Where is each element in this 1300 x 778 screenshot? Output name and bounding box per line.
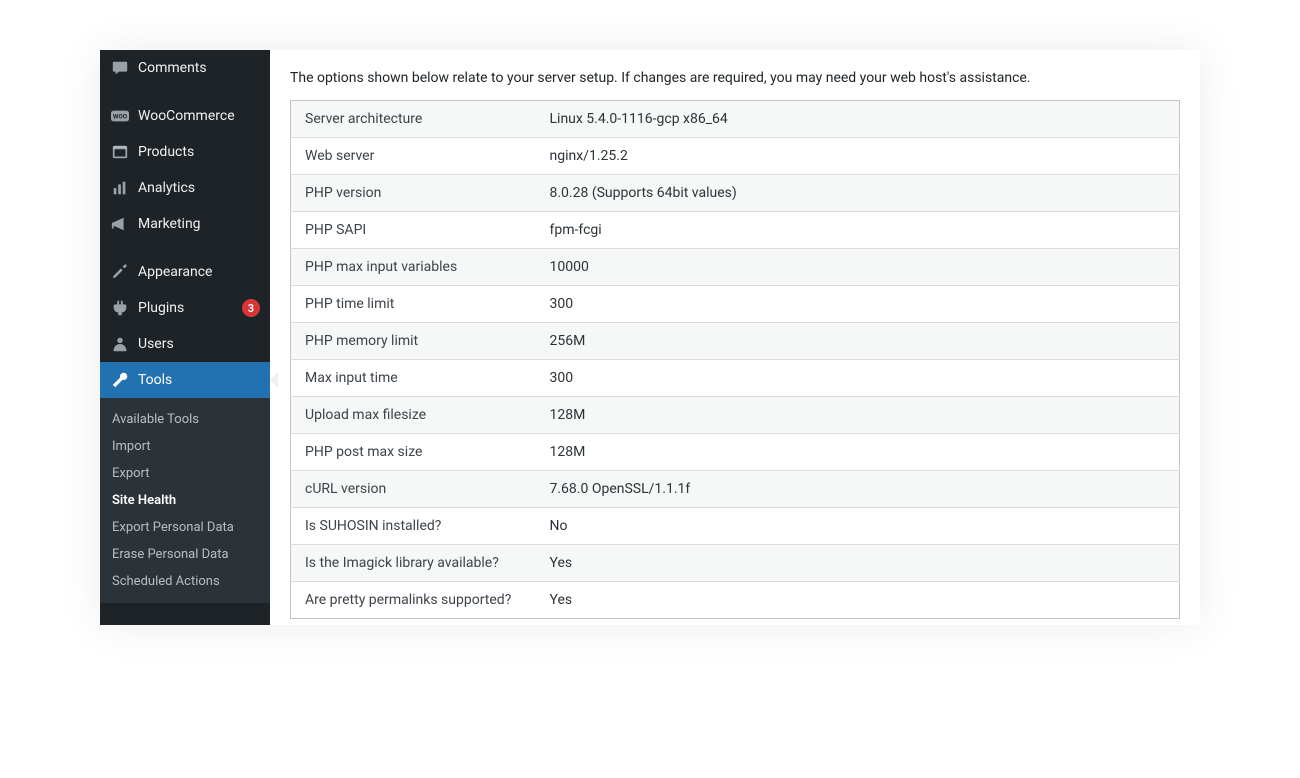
woo-icon: WOO xyxy=(110,106,130,126)
sidebar-item-plugins[interactable]: Plugins 3 xyxy=(100,290,270,326)
info-label: cURL version xyxy=(291,471,536,508)
info-label: Max input time xyxy=(291,360,536,397)
section-description: The options shown below relate to your s… xyxy=(290,70,1180,86)
sidebar-item-label: Users xyxy=(138,336,260,352)
table-row: Upload max filesize128M xyxy=(291,397,1180,434)
table-row: PHP post max size128M xyxy=(291,434,1180,471)
info-value: fpm-fcgi xyxy=(536,212,1180,249)
sidebar-item-label: Products xyxy=(138,144,260,160)
table-row: Web servernginx/1.25.2 xyxy=(291,138,1180,175)
info-value: 7.68.0 OpenSSL/1.1.1f xyxy=(536,471,1180,508)
analytics-icon xyxy=(110,178,130,198)
info-label: Web server xyxy=(291,138,536,175)
sidebar-item-products[interactable]: Products xyxy=(100,134,270,170)
info-value: 10000 xyxy=(536,249,1180,286)
sidebar-item-comments[interactable]: Comments xyxy=(100,50,270,86)
table-row: PHP version8.0.28 (Supports 64bit values… xyxy=(291,175,1180,212)
info-label: Are pretty permalinks supported? xyxy=(291,582,536,619)
sidebar-item-woocommerce[interactable]: WOO WooCommerce xyxy=(100,98,270,134)
submenu-export[interactable]: Export xyxy=(100,460,270,487)
info-label: PHP memory limit xyxy=(291,323,536,360)
info-label: PHP time limit xyxy=(291,286,536,323)
table-row: Server architectureLinux 5.4.0-1116-gcp … xyxy=(291,101,1180,138)
info-value: No xyxy=(536,508,1180,545)
sidebar-item-label: Tools xyxy=(138,372,260,388)
submenu-available-tools[interactable]: Available Tools xyxy=(100,406,270,433)
app-window: Comments WOO WooCommerce Products Analyt… xyxy=(100,50,1200,625)
info-value: 300 xyxy=(536,286,1180,323)
svg-text:WOO: WOO xyxy=(113,113,128,121)
submenu-scheduled-actions[interactable]: Scheduled Actions xyxy=(100,568,270,595)
table-row: PHP time limit300 xyxy=(291,286,1180,323)
sidebar-item-appearance[interactable]: Appearance xyxy=(100,254,270,290)
server-info-table: Server architectureLinux 5.4.0-1116-gcp … xyxy=(290,100,1180,619)
info-label: Is SUHOSIN installed? xyxy=(291,508,536,545)
info-value: Yes xyxy=(536,582,1180,619)
table-row: PHP SAPIfpm-fcgi xyxy=(291,212,1180,249)
sidebar-item-label: Appearance xyxy=(138,264,260,280)
sidebar-item-label: WooCommerce xyxy=(138,108,260,124)
sidebar-item-label: Marketing xyxy=(138,216,260,232)
info-value: Linux 5.4.0-1116-gcp x86_64 xyxy=(536,101,1180,138)
table-row: Are pretty permalinks supported?Yes xyxy=(291,582,1180,619)
info-value: 256M xyxy=(536,323,1180,360)
table-row: PHP max input variables10000 xyxy=(291,249,1180,286)
info-label: Upload max filesize xyxy=(291,397,536,434)
tools-submenu: Available Tools Import Export Site Healt… xyxy=(100,398,270,603)
plugins-icon xyxy=(110,298,130,318)
comments-icon xyxy=(110,58,130,78)
sidebar-item-users[interactable]: Users xyxy=(100,326,270,362)
tools-icon xyxy=(110,370,130,390)
submenu-site-health[interactable]: Site Health xyxy=(100,487,270,514)
info-value: Yes xyxy=(536,545,1180,582)
sidebar-item-label: Analytics xyxy=(138,180,260,196)
table-row: cURL version7.68.0 OpenSSL/1.1.1f xyxy=(291,471,1180,508)
marketing-icon xyxy=(110,214,130,234)
products-icon xyxy=(110,142,130,162)
table-row: Is the Imagick library available?Yes xyxy=(291,545,1180,582)
info-label: PHP post max size xyxy=(291,434,536,471)
main-content: The options shown below relate to your s… xyxy=(270,50,1200,625)
appearance-icon xyxy=(110,262,130,282)
table-row: PHP memory limit256M xyxy=(291,323,1180,360)
plugins-update-badge: 3 xyxy=(242,299,260,317)
info-label: PHP SAPI xyxy=(291,212,536,249)
info-value: 8.0.28 (Supports 64bit values) xyxy=(536,175,1180,212)
submenu-export-personal-data[interactable]: Export Personal Data xyxy=(100,514,270,541)
info-value: 128M xyxy=(536,397,1180,434)
info-value: 300 xyxy=(536,360,1180,397)
sidebar-item-analytics[interactable]: Analytics xyxy=(100,170,270,206)
info-label: Server architecture xyxy=(291,101,536,138)
table-row: Is SUHOSIN installed?No xyxy=(291,508,1180,545)
sidebar-item-label: Comments xyxy=(138,60,260,76)
info-label: PHP version xyxy=(291,175,536,212)
users-icon xyxy=(110,334,130,354)
table-row: Max input time300 xyxy=(291,360,1180,397)
admin-sidebar: Comments WOO WooCommerce Products Analyt… xyxy=(100,50,270,625)
submenu-erase-personal-data[interactable]: Erase Personal Data xyxy=(100,541,270,568)
sidebar-item-tools[interactable]: Tools xyxy=(100,362,270,398)
submenu-import[interactable]: Import xyxy=(100,433,270,460)
sidebar-item-label: Plugins xyxy=(138,300,230,316)
info-label: Is the Imagick library available? xyxy=(291,545,536,582)
sidebar-item-marketing[interactable]: Marketing xyxy=(100,206,270,242)
info-value: nginx/1.25.2 xyxy=(536,138,1180,175)
info-label: PHP max input variables xyxy=(291,249,536,286)
content-panel: The options shown below relate to your s… xyxy=(270,50,1200,625)
info-value: 128M xyxy=(536,434,1180,471)
